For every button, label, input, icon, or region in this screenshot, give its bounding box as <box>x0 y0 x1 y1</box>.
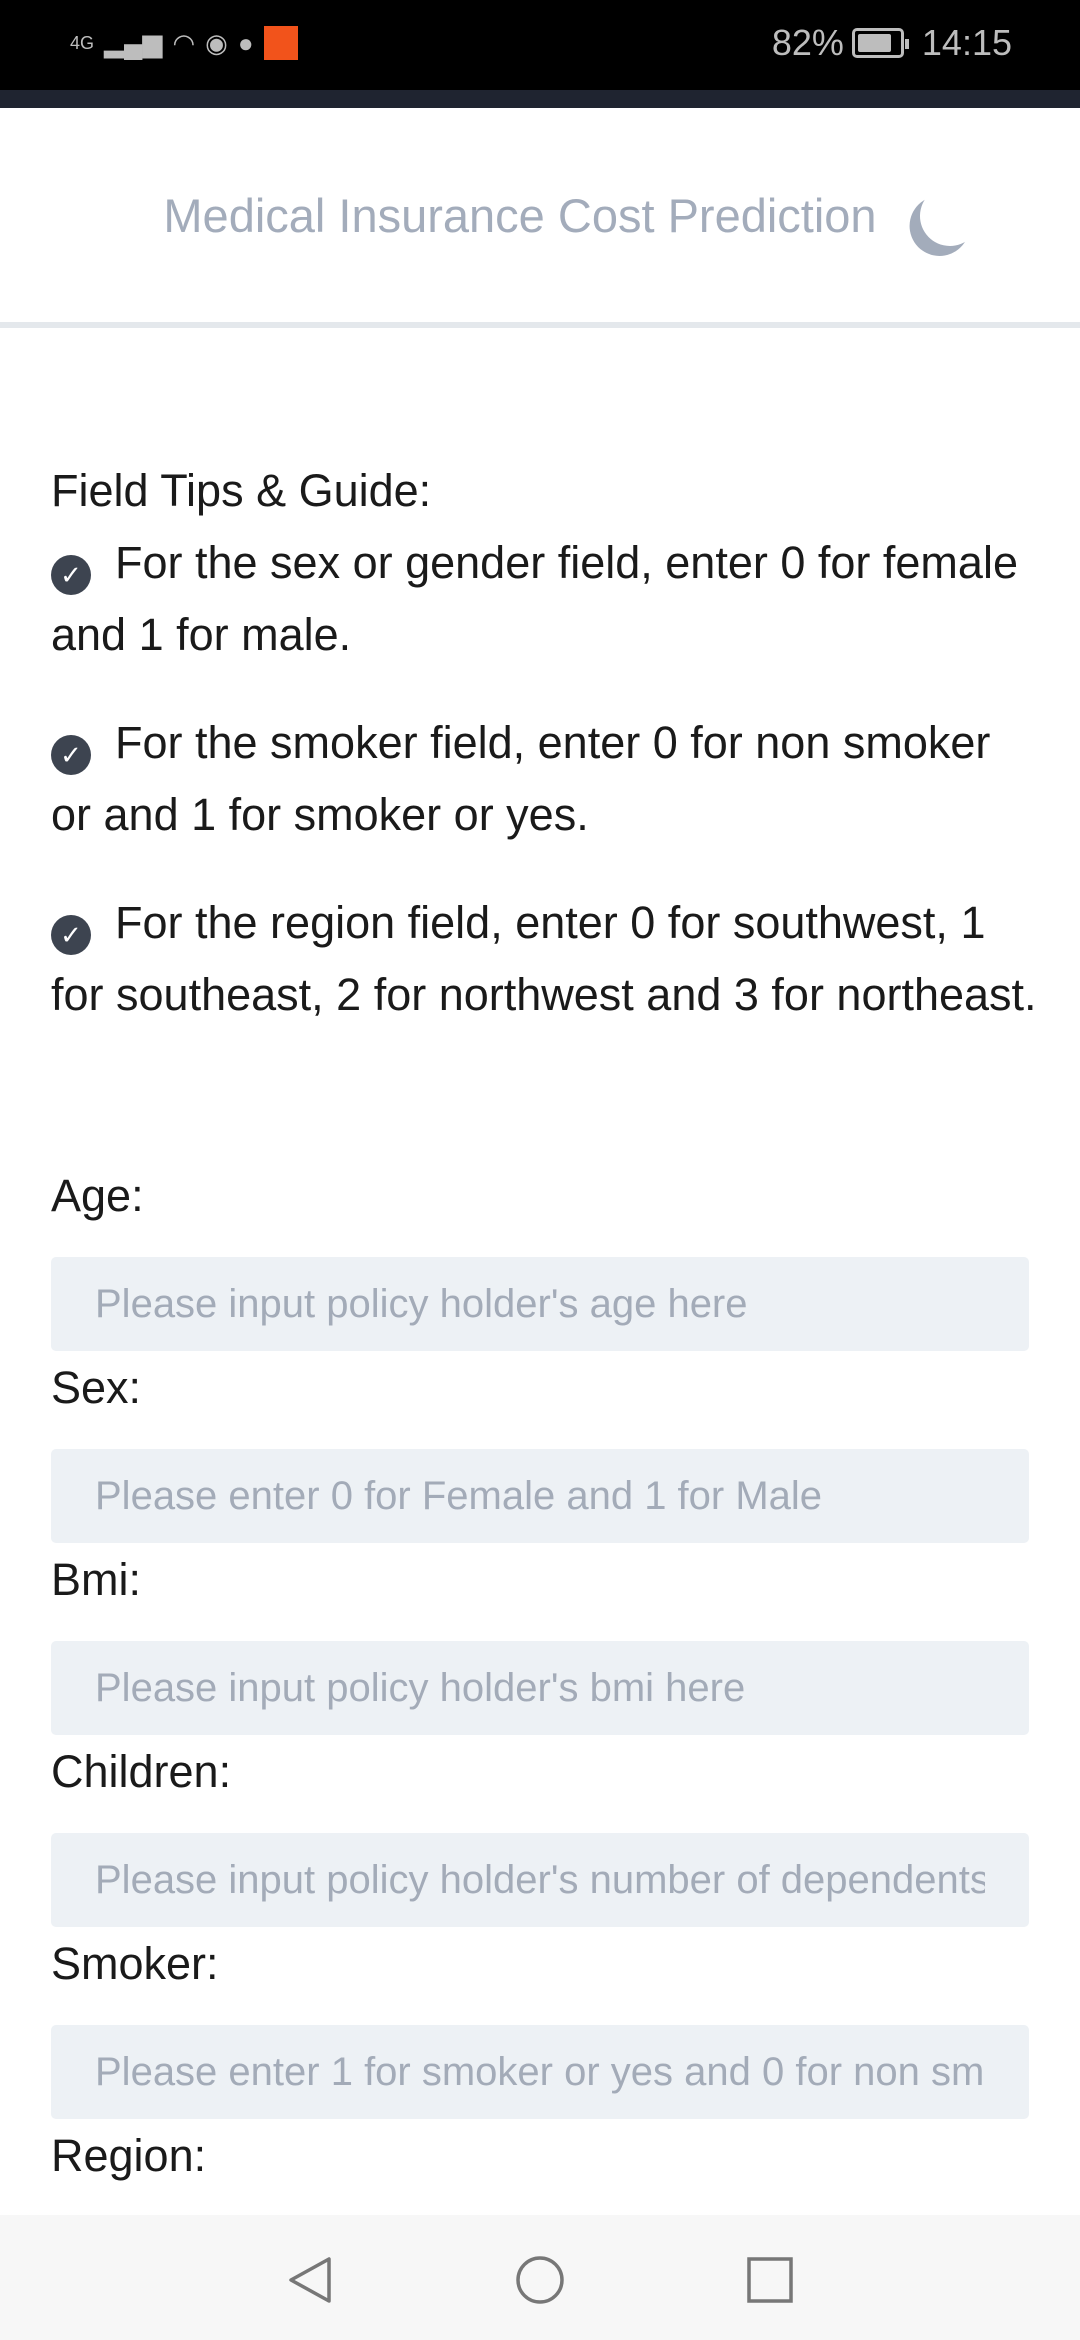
children-label: Children: <box>51 1746 232 1797</box>
wechat-icon: ● <box>237 27 254 58</box>
children-input[interactable] <box>51 1833 1029 1927</box>
battery-percent: 82% <box>771 22 844 63</box>
page-title: Medical Insurance Cost Prediction <box>163 189 877 242</box>
sex-label: Sex: <box>51 1362 142 1413</box>
age-input[interactable] <box>51 1257 1029 1351</box>
status-strip <box>0 90 1080 108</box>
clock: 14:15 <box>921 22 1012 63</box>
tip-item: ✓ For the smoker field, enter 0 for non s… <box>51 707 1041 851</box>
back-icon[interactable] <box>285 2255 335 2305</box>
bmi-input[interactable] <box>51 1641 1029 1735</box>
tip-text: For the region field, enter 0 for southw… <box>51 897 1037 1020</box>
eye-icon: ◉ <box>205 27 228 58</box>
tip-item: ✓ For the sex or gender field, enter 0 fo… <box>51 527 1041 671</box>
battery-icon <box>851 28 909 58</box>
wifi-icon: ◠ <box>172 27 196 58</box>
tip-text: For the sex or gender field, enter 0 for… <box>51 537 1018 660</box>
status-bar: 4G ▂▄▆ ◠ ◉ ● 82% 14:15 <box>0 0 1080 90</box>
system-nav-bar <box>0 2215 1080 2340</box>
header-divider <box>0 322 1080 328</box>
smoker-label: Smoker: <box>51 1938 219 1989</box>
check-circle-icon: ✓ <box>51 735 91 775</box>
smoker-input[interactable] <box>51 2025 1029 2119</box>
tips-heading: Field Tips & Guide: <box>51 465 432 516</box>
region-label: Region: <box>51 2130 207 2181</box>
tip-text: For the smoker field, enter 0 for non sm… <box>51 717 991 840</box>
home-icon[interactable] <box>515 2255 565 2305</box>
app-header: Medical Insurance Cost Prediction <box>0 108 1080 323</box>
tip-item: ✓ For the region field, enter 0 for south… <box>51 887 1041 1031</box>
sex-input[interactable] <box>51 1449 1029 1543</box>
recents-icon[interactable] <box>745 2255 795 2305</box>
network-type: 4G <box>70 32 95 53</box>
tips-section: Field Tips & Guide: ✓ For the sex or gend… <box>51 455 1041 1067</box>
check-circle-icon: ✓ <box>51 915 91 955</box>
app-notification-icon <box>263 26 298 60</box>
age-label: Age: <box>51 1170 144 1221</box>
bmi-label: Bmi: <box>51 1554 141 1605</box>
signal-icon: ▂▄▆ <box>104 27 163 58</box>
check-circle-icon: ✓ <box>51 555 91 595</box>
